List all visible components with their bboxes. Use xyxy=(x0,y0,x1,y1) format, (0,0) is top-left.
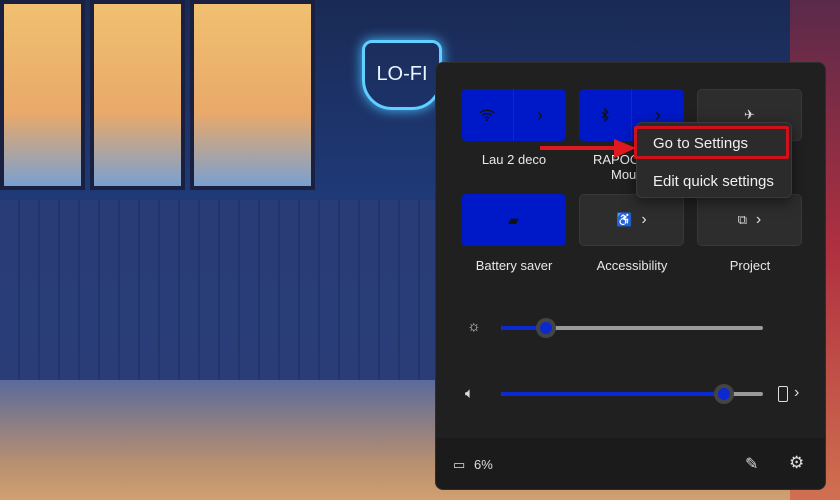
battery-saver-icon: ▰ xyxy=(508,211,519,228)
battery-saver-tile[interactable]: ▰ xyxy=(461,194,566,246)
accessibility-chevron-icon: › xyxy=(641,211,647,228)
brightness-icon: ☼ xyxy=(467,318,481,335)
brightness-slider-thumb[interactable] xyxy=(535,318,556,338)
background-window xyxy=(190,0,315,190)
highlight-box xyxy=(634,126,789,159)
settings-gear-icon[interactable]: ⚙ xyxy=(789,453,804,473)
menu-item-edit-quick-settings[interactable]: Edit quick settings xyxy=(653,173,774,190)
bluetooth-icon[interactable] xyxy=(579,89,631,141)
airplane-icon: ✈ xyxy=(744,107,755,122)
accessibility-label: Accessibility xyxy=(596,258,668,273)
wifi-tile[interactable]: › xyxy=(461,89,566,141)
volume-slider[interactable] xyxy=(501,384,763,404)
edit-pencil-icon[interactable]: ✎ xyxy=(745,454,758,474)
background-wall xyxy=(0,200,440,380)
project-icon: ⧉ xyxy=(737,212,748,227)
background-window xyxy=(90,0,185,190)
volume-icon[interactable]: 🔈︎ xyxy=(465,385,474,402)
brightness-slider[interactable] xyxy=(501,318,763,338)
project-label: Project xyxy=(729,258,771,273)
battery-saver-label: Battery saver xyxy=(475,258,553,273)
quick-settings-footer: ▭ 6% ✎ ⚙ xyxy=(436,438,825,489)
neon-sign: LO-FI xyxy=(362,40,442,110)
speaker-output-icon[interactable] xyxy=(778,386,788,402)
volume-slider-thumb[interactable] xyxy=(713,384,734,404)
accessibility-icon: ♿ xyxy=(616,212,633,227)
wifi-chevron-icon[interactable]: › xyxy=(514,89,566,141)
battery-icon[interactable]: ▭ xyxy=(453,457,465,473)
background-window xyxy=(0,0,85,190)
wifi-icon[interactable] xyxy=(461,89,513,141)
red-arrow-icon xyxy=(540,139,636,158)
accessibility-tile[interactable]: ♿ › xyxy=(579,194,684,246)
project-chevron-icon: › xyxy=(755,211,762,228)
project-tile[interactable]: ⧉ › xyxy=(697,194,802,246)
battery-percent[interactable]: 6% xyxy=(474,457,493,472)
output-chevron-icon[interactable]: › xyxy=(794,384,799,402)
